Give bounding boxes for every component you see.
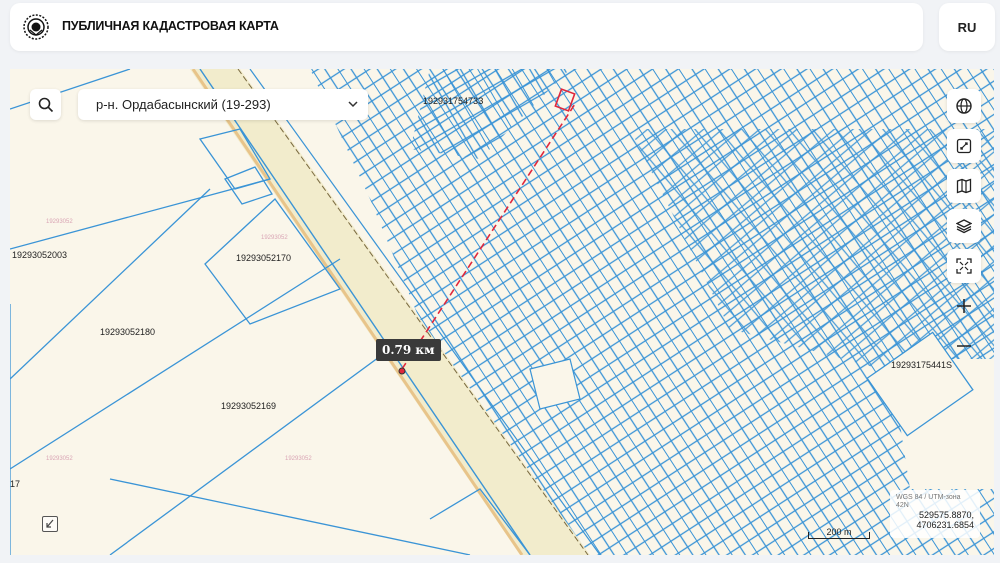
collapse-icon[interactable] bbox=[42, 516, 58, 532]
scale-bar: 200 m bbox=[808, 527, 870, 539]
district-select[interactable]: р-н. Ордабасынский (19-293) bbox=[78, 89, 368, 120]
basemap-button[interactable] bbox=[947, 169, 981, 203]
parcel-label[interactable]: 19293052003 bbox=[12, 250, 67, 260]
coordinate-y: 4706231.6854 bbox=[916, 520, 974, 530]
coordinate-x: 529575.8870, bbox=[918, 510, 974, 520]
layers-icon bbox=[956, 219, 972, 234]
coordinates-readout: WGS 84 / UTM-зона 42N 529575.8870, 47062… bbox=[890, 490, 980, 538]
quarter-label: 19293052 bbox=[261, 235, 288, 241]
map-icon bbox=[956, 178, 972, 194]
kazakhstan-emblem-icon bbox=[23, 14, 49, 40]
quarter-label: 19293052 bbox=[46, 456, 73, 462]
arrow-diagonal-icon bbox=[46, 519, 54, 528]
measurement-label: 0.79 км bbox=[376, 339, 441, 361]
cadastral-map[interactable] bbox=[10, 69, 994, 555]
zoom-out-icon bbox=[957, 345, 971, 347]
parcel-label[interactable]: 17 bbox=[10, 479, 20, 489]
map-canvas[interactable]: р-н. Ордабасынский (19-293) 19293175473З… bbox=[10, 69, 994, 555]
map-toolbar bbox=[947, 89, 981, 363]
chevron-down-icon bbox=[348, 101, 358, 108]
search-icon bbox=[38, 97, 53, 112]
scale-bar-line bbox=[808, 532, 870, 539]
parcel-label[interactable]: 19293052169 bbox=[221, 401, 276, 411]
coordinate-system: WGS 84 / UTM-зона 42N bbox=[896, 494, 961, 509]
fullscreen-button[interactable] bbox=[947, 129, 981, 163]
layers-button[interactable] bbox=[947, 209, 981, 243]
globe-button[interactable] bbox=[947, 89, 981, 123]
district-select-value: р-н. Ордабасынский (19-293) bbox=[96, 97, 271, 112]
quarter-label: 19293052 bbox=[46, 219, 73, 225]
zoom-in-button[interactable] bbox=[947, 289, 981, 323]
fit-extent-icon bbox=[956, 258, 972, 274]
zoom-in-icon bbox=[957, 299, 971, 313]
app-title: ПУБЛИЧНАЯ КАДАСТРОВАЯ КАРТА bbox=[62, 19, 279, 33]
parcel-label[interactable]: 19293175441S bbox=[891, 360, 952, 370]
language-button[interactable]: RU bbox=[939, 3, 995, 51]
parcel-label[interactable]: 19293052180 bbox=[100, 327, 155, 337]
globe-icon bbox=[956, 98, 972, 114]
quarter-label: 19293052 bbox=[285, 456, 312, 462]
search-button[interactable] bbox=[30, 89, 61, 120]
fit-extent-button[interactable] bbox=[947, 249, 981, 283]
parcel-label[interactable]: 19293175473З bbox=[423, 96, 484, 106]
zoom-out-button[interactable] bbox=[947, 329, 981, 363]
fullscreen-icon bbox=[956, 138, 972, 154]
parcel-label[interactable]: 19293052170 bbox=[236, 253, 291, 263]
top-header: ПУБЛИЧНАЯ КАДАСТРОВАЯ КАРТА bbox=[10, 3, 923, 51]
